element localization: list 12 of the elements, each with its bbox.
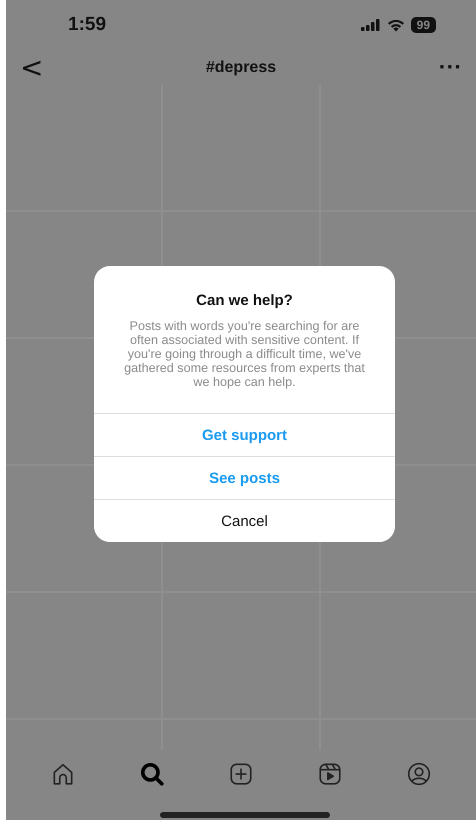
dialog-action-button[interactable]: Cancel <box>94 499 395 542</box>
signal-icon <box>360 19 381 31</box>
back-button[interactable]: < <box>16 52 48 82</box>
post-tile[interactable] <box>6 85 162 210</box>
wifi-icon <box>386 18 405 32</box>
dialog-message: Posts with words you're searching for are often associated with sensitive content. If you're going through a difficult time, we've gathered some resources from experts that we hope can help. <box>123 319 366 389</box>
more-button[interactable]: ··· <box>434 52 466 82</box>
battery-level: 99 <box>410 17 436 33</box>
post-tile[interactable] <box>6 593 162 718</box>
dialog-title: Can we help? <box>195 292 294 309</box>
page-title: #depress <box>206 58 276 76</box>
status-time: 1:59 <box>68 14 106 36</box>
